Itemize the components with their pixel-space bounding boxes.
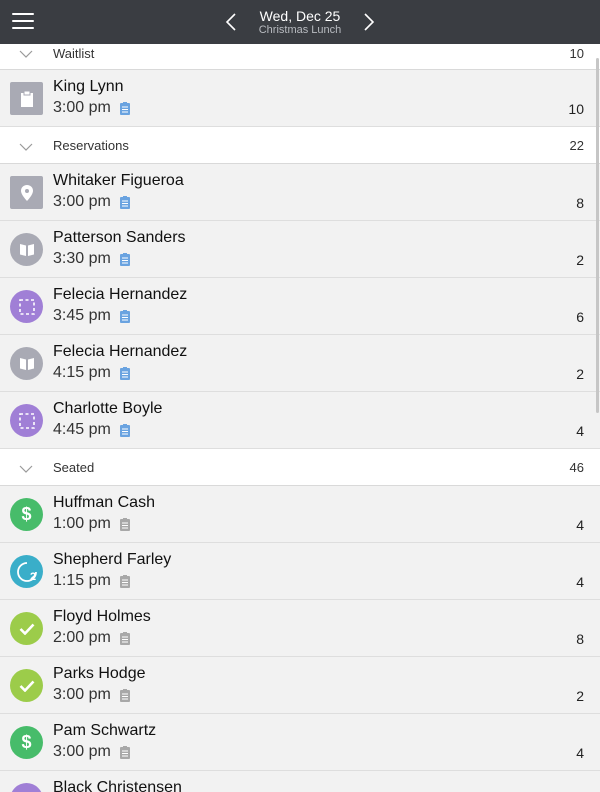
book-icon[interactable] bbox=[10, 233, 43, 266]
guest-name: Black Christensen bbox=[53, 779, 182, 792]
check-icon[interactable] bbox=[10, 669, 43, 702]
party-size: 8 bbox=[576, 195, 584, 211]
check-icon[interactable] bbox=[10, 612, 43, 645]
guest-row[interactable]: Floyd Holmes 2:00 pm 8 bbox=[0, 600, 600, 657]
reservation-time: 2:00 pm bbox=[53, 629, 111, 646]
party-size: 8 bbox=[576, 631, 584, 647]
reservation-time: 4:15 pm bbox=[53, 364, 111, 381]
party-size: 4 bbox=[576, 574, 584, 590]
guest-name: Huffman Cash bbox=[53, 494, 155, 511]
guest-name: Charlotte Boyle bbox=[53, 400, 163, 417]
notes-icon bbox=[120, 746, 130, 759]
party-size: 2 bbox=[576, 688, 584, 704]
guest-name: Patterson Sanders bbox=[53, 229, 186, 246]
course-2-icon[interactable]: 2 bbox=[10, 555, 43, 588]
guest-name: Felecia Hernandez bbox=[53, 343, 188, 360]
guest-row[interactable]: Charlotte Boyle 4:45 pm 4 bbox=[0, 392, 600, 449]
next-day-button[interactable] bbox=[358, 12, 378, 32]
guest-row[interactable]: Felecia Hernandez 3:45 pm 6 bbox=[0, 278, 600, 335]
guest-row[interactable]: King Lynn 3:00 pm 10 bbox=[0, 70, 600, 127]
top-bar: Wed, Dec 25 Christmas Lunch bbox=[0, 0, 600, 44]
party-size: 4 bbox=[576, 517, 584, 533]
party-size: 10 bbox=[568, 101, 584, 117]
chevron-down-icon[interactable] bbox=[19, 49, 33, 59]
guest-row[interactable]: 2 Shepherd Farley 1:15 pm 4 bbox=[0, 543, 600, 600]
notes-icon bbox=[120, 196, 130, 209]
reservation-time: 3:00 pm bbox=[53, 743, 111, 760]
notes-icon bbox=[120, 518, 130, 531]
reservation-time: 3:00 pm bbox=[53, 99, 111, 116]
chevron-down-icon[interactable] bbox=[19, 142, 33, 152]
reservation-time: 1:15 pm bbox=[53, 572, 111, 589]
reservation-time: 3:30 pm bbox=[53, 250, 111, 267]
party-size: 6 bbox=[576, 309, 584, 325]
reservation-time: 3:00 pm bbox=[53, 193, 111, 210]
dollar-icon[interactable]: $ bbox=[10, 498, 43, 531]
dollar-icon[interactable]: $ bbox=[10, 726, 43, 759]
map-pin-icon[interactable] bbox=[10, 176, 43, 209]
party-size: 2 bbox=[576, 252, 584, 268]
reservation-time: 3:00 pm bbox=[53, 686, 111, 703]
scrollbar[interactable] bbox=[596, 58, 599, 413]
menu-icon[interactable] bbox=[12, 13, 34, 31]
section-count: 22 bbox=[569, 138, 584, 153]
chevron-down-icon[interactable] bbox=[19, 464, 33, 474]
guest-name: Felecia Hernandez bbox=[53, 286, 188, 303]
party-size: 2 bbox=[576, 366, 584, 382]
notes-icon bbox=[120, 632, 130, 645]
reservation-time: 3:45 pm bbox=[53, 307, 111, 324]
section-label: Reservations bbox=[53, 138, 129, 153]
svg-text:2: 2 bbox=[30, 571, 36, 583]
table-select-icon[interactable] bbox=[10, 404, 43, 437]
book-icon[interactable] bbox=[10, 347, 43, 380]
guest-row[interactable]: Parks Hodge 3:00 pm 2 bbox=[0, 657, 600, 714]
guest-list: Waitlist 10 King Lynn 3:00 pm 10 Reservations… bbox=[0, 44, 600, 792]
clipboard-icon[interactable] bbox=[10, 82, 43, 115]
party-size: 4 bbox=[576, 423, 584, 439]
reservation-time: 4:45 pm bbox=[53, 421, 111, 438]
guest-row[interactable]: Felecia Hernandez 4:15 pm 2 bbox=[0, 335, 600, 392]
table-select-icon[interactable] bbox=[10, 783, 43, 792]
section-header-reservations[interactable]: Reservations 22 bbox=[0, 127, 600, 164]
notes-icon bbox=[120, 310, 130, 323]
guest-name: King Lynn bbox=[53, 78, 124, 95]
section-label: Waitlist bbox=[53, 46, 95, 61]
section-count: 10 bbox=[569, 46, 584, 61]
section-label: Seated bbox=[53, 460, 95, 475]
notes-icon bbox=[120, 367, 130, 380]
guest-name: Whitaker Figueroa bbox=[53, 172, 184, 189]
guest-row[interactable]: Black Christensen bbox=[0, 771, 600, 792]
section-count: 46 bbox=[569, 460, 584, 475]
section-header-seated[interactable]: Seated 46 bbox=[0, 449, 600, 486]
reservation-time: 1:00 pm bbox=[53, 515, 111, 532]
notes-icon bbox=[120, 689, 130, 702]
party-size: 4 bbox=[576, 745, 584, 761]
guest-name: Parks Hodge bbox=[53, 665, 146, 682]
notes-icon bbox=[120, 575, 130, 588]
guest-row[interactable]: Patterson Sanders 3:30 pm 2 bbox=[0, 221, 600, 278]
guest-row[interactable]: $ Huffman Cash 1:00 pm 4 bbox=[0, 486, 600, 543]
notes-icon bbox=[120, 102, 130, 115]
guest-name: Pam Schwartz bbox=[53, 722, 157, 739]
section-header-waitlist[interactable]: Waitlist 10 bbox=[0, 44, 600, 70]
notes-icon bbox=[120, 253, 130, 266]
notes-icon bbox=[120, 424, 130, 437]
guest-row[interactable]: $ Pam Schwartz 3:00 pm 4 bbox=[0, 714, 600, 771]
guest-row[interactable]: Whitaker Figueroa 3:00 pm 8 bbox=[0, 164, 600, 221]
table-select-icon[interactable] bbox=[10, 290, 43, 323]
guest-name: Floyd Holmes bbox=[53, 608, 151, 625]
guest-name: Shepherd Farley bbox=[53, 551, 172, 568]
